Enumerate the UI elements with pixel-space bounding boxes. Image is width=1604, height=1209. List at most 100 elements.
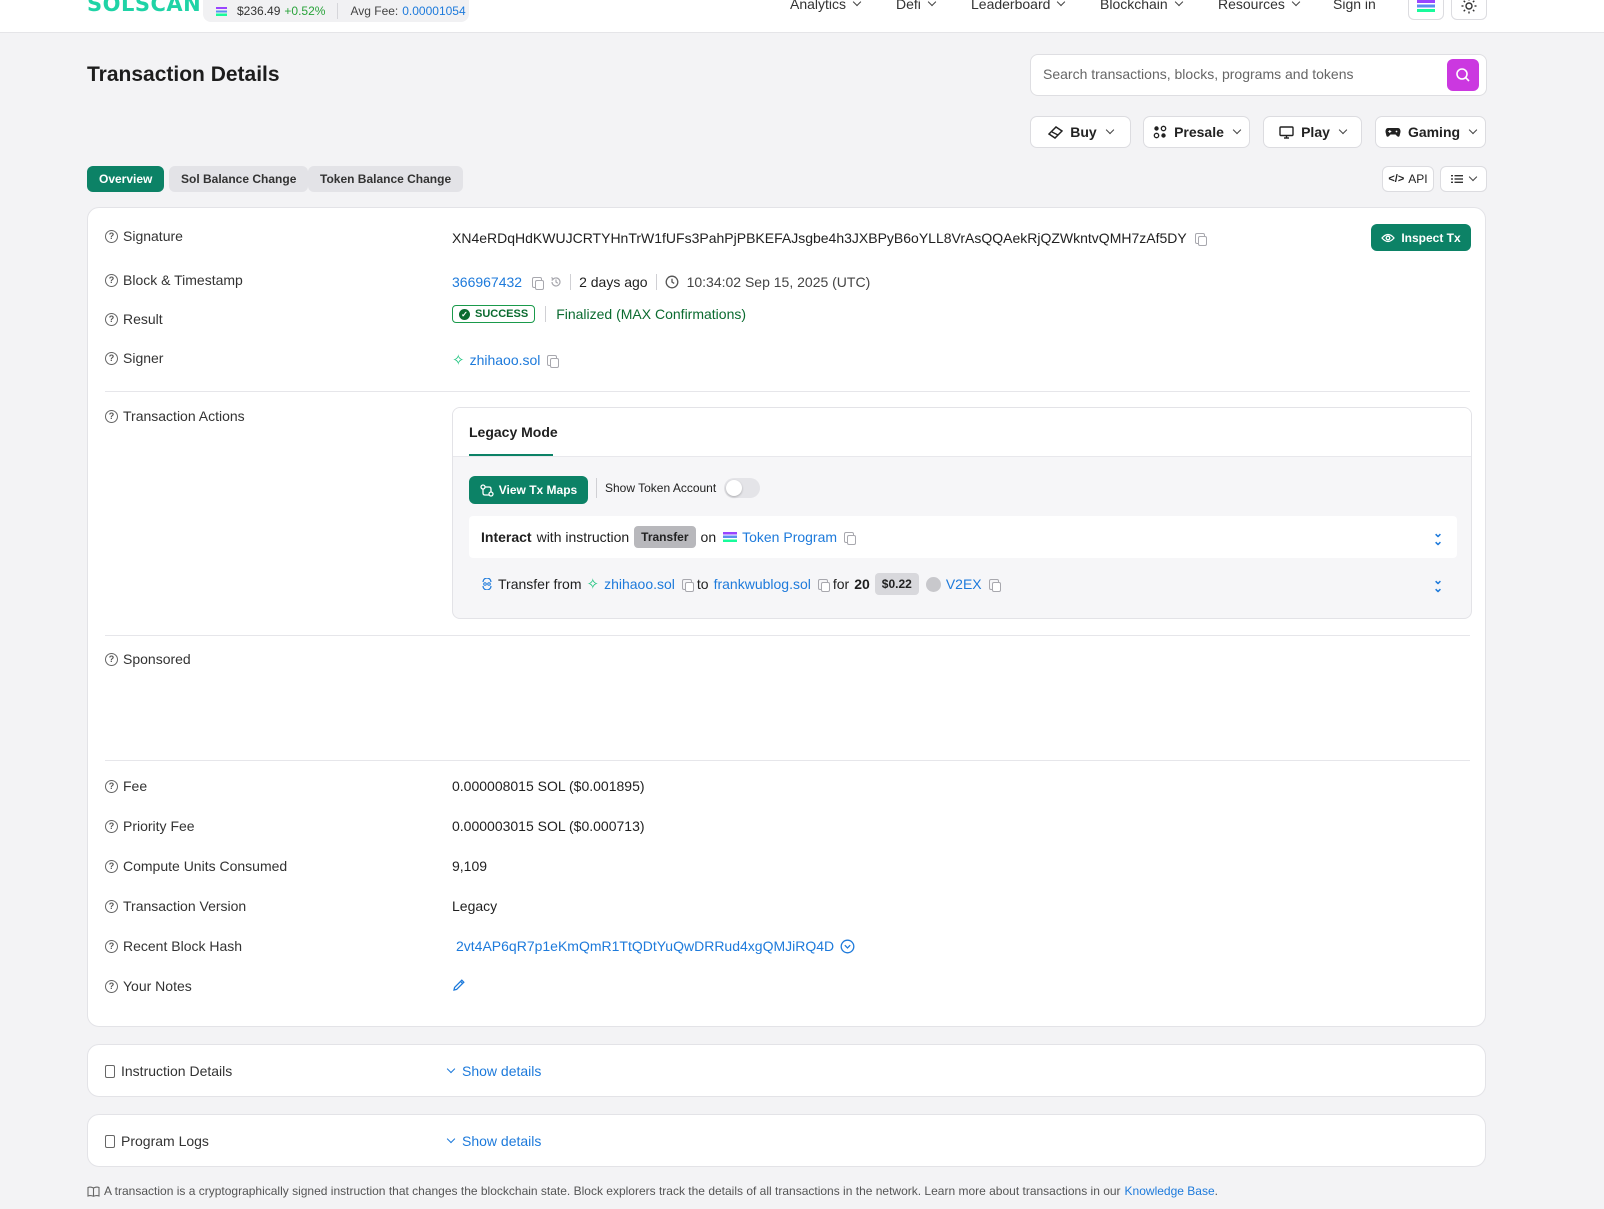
api-label: API [1408,172,1428,186]
nav-resources[interactable]: Resources [1218,0,1301,12]
api-button[interactable]: </> API [1382,166,1434,192]
code-icon: </> [1388,173,1405,185]
notes-edit[interactable] [452,978,466,992]
view-options-button[interactable] [1440,166,1487,192]
hash-label-text: Recent Block Hash [123,938,243,954]
copy-icon[interactable] [988,578,1001,592]
search-icon [1456,68,1470,82]
block-link[interactable]: 366967432 [452,274,522,290]
inspect-tx-label: Inspect Tx [1401,230,1461,245]
transfer-amount: 20 [854,576,870,592]
knowledge-base-link[interactable]: Knowledge Base [1125,1184,1215,1198]
expand-chevrons-icon[interactable]: ⌄ ⌄ [1433,527,1443,547]
buy-button[interactable]: Buy [1030,116,1131,148]
signature-label-text: Signature [123,228,183,244]
search-box [1030,54,1487,96]
to-address-link[interactable]: frankwublog.sol [714,576,811,592]
tab-overview[interactable]: Overview [87,166,165,192]
nav-leaderboard-label: Leaderboard [971,0,1051,12]
copy-icon[interactable] [681,578,694,592]
copy-icon[interactable] [844,531,857,545]
pencil-icon[interactable] [452,978,466,992]
chevron-down-icon [927,0,937,7]
instruction-show-details-link[interactable]: Show details [446,1063,541,1079]
signer-link[interactable]: zhihaoo.sol [470,352,541,368]
search-input[interactable] [1043,66,1443,82]
to-text: to [696,576,709,592]
gaming-label: Gaming [1407,124,1461,140]
transaction-actions-panel: Legacy Mode View Tx Maps Show Token Acco… [452,407,1472,619]
fee-label: ? Fee [105,778,147,794]
copy-icon[interactable] [1194,232,1207,246]
signer-label-text: Signer [123,350,164,366]
chevron-down-icon [1291,0,1301,7]
actions-panel-header: Legacy Mode [453,408,1471,457]
chevron-circle-down-icon[interactable] [840,939,855,954]
transaction-version-value: Legacy [452,898,498,914]
interact-word: Interact [481,529,532,545]
transaction-details-card: ? Signature XN4eRDqHdKWUJCRTYHnTrW1fUFs3P… [87,207,1486,1027]
recent-block-hash-label: ? Recent Block Hash [105,938,242,954]
tab-legacy-mode[interactable]: Legacy Mode [469,424,558,440]
transfer-row: Transfer from ✧ zhihaoo.sol to frankwubl… [469,563,1457,605]
copy-icon[interactable] [547,354,560,368]
block-hash-link[interactable]: 2vt4AP6qR7p1eKmQmR1TtQDtYuQwDRRud4xgQMJi… [456,938,834,954]
inspect-tx-button[interactable]: Inspect Tx [1371,224,1471,251]
token-link[interactable]: V2EX [946,576,982,592]
status-badge: ✓ SUCCESS [452,305,536,323]
logs-show-details-link[interactable]: Show details [446,1133,541,1149]
solscan-logo[interactable]: SOLSCAN [87,0,201,16]
nav-blockchain[interactable]: Blockchain [1100,0,1183,12]
theme-toggle-button[interactable] [1451,0,1487,20]
nav-defi[interactable]: Defi [896,0,937,12]
copy-icon[interactable] [817,578,830,592]
transaction-actions-label: ? Transaction Actions [105,408,245,424]
sol-price: $236.49 [237,4,281,18]
page-title: Transaction Details [87,63,280,86]
help-icon: ? [105,939,118,953]
presale-button[interactable]: Presale [1143,116,1250,148]
nav-analytics[interactable]: Analytics [790,0,862,12]
nav-leaderboard[interactable]: Leaderboard [971,0,1066,12]
transfer-from-text: Transfer from [498,576,582,592]
result-label-text: Result [123,311,163,327]
play-button[interactable]: Play [1263,116,1362,148]
instruction-details-label: Instruction Details [105,1063,232,1079]
check-icon: ✓ [459,308,470,320]
copy-icon[interactable] [532,276,545,290]
sol-price-change: +0.52% [284,4,326,18]
token-program-link[interactable]: Token Program [742,529,837,545]
tab-token-balance-change[interactable]: Token Balance Change [308,166,464,192]
view-tx-maps-button[interactable]: View Tx Maps [469,476,588,504]
sign-in-link[interactable]: Sign in [1333,0,1376,12]
chevron-down-icon [852,0,862,7]
for-text: for [832,576,850,592]
fee-label-text: Fee [123,778,148,794]
divider [655,274,657,290]
divider [596,478,597,498]
sns-domain-icon: ✧ [586,576,600,593]
tx-age: 2 days ago [579,274,648,290]
show-token-account-label: Show Token Account [605,481,717,495]
instruction-details-card: Instruction Details Show details [87,1044,1486,1097]
price-ticker: $236.49 +0.52% Avg Fee: 0.00001054 [203,0,469,22]
expand-chevrons-icon[interactable]: ⌄ ⌄ [1433,574,1443,594]
tx-timestamp: 10:34:02 Sep 15, 2025 (UTC) [686,274,871,290]
gaming-button[interactable]: Gaming [1375,116,1486,148]
chevron-down-icon [1468,172,1478,182]
help-icon: ? [105,979,118,993]
show-token-account-toggle[interactable] [724,478,761,498]
block-label-text: Block & Timestamp [123,272,243,288]
your-notes-label: ? Your Notes [105,978,192,994]
solana-icon [216,6,227,16]
footer-note-end: . [1214,1184,1218,1198]
network-switch-button[interactable] [1408,0,1444,20]
from-address-link[interactable]: zhihaoo.sol [604,576,675,592]
chevron-down-icon [1232,125,1242,135]
chevron-down-icon [1105,125,1114,135]
search-button[interactable] [1447,59,1479,91]
route-icon [480,483,494,497]
tab-sol-balance-change[interactable]: Sol Balance Change [169,166,309,192]
active-tab-indicator [469,454,553,456]
instruction-row[interactable]: Interact with instruction Transfer on To… [469,516,1457,558]
